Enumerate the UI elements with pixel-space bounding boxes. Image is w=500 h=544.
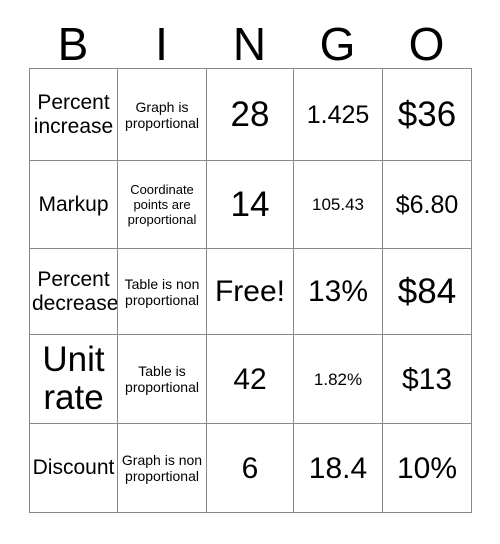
bingo-cell-i3[interactable]: Table is non proportional: [117, 248, 207, 335]
header-letter-i: I: [155, 18, 168, 70]
bingo-cell-b4[interactable]: Unit rate: [29, 334, 118, 424]
bingo-cell-o1[interactable]: $36: [382, 68, 472, 161]
header-letter-o: O: [408, 18, 445, 70]
header-letter-b: B: [57, 18, 89, 70]
bingo-cell-i2[interactable]: Coordinate points are proportional: [117, 160, 207, 249]
bingo-grid: Percent increase Graph is proportional 2…: [29, 68, 472, 513]
bingo-cell-g4[interactable]: 1.82%: [293, 334, 383, 424]
bingo-cell-g2[interactable]: 105.43: [293, 160, 383, 249]
header-letter-n: N: [232, 18, 267, 70]
bingo-cell-n4[interactable]: 42: [206, 334, 294, 424]
bingo-cell-g3[interactable]: 13%: [293, 248, 383, 335]
bingo-header: B I N G O: [29, 16, 471, 68]
bingo-cell-free-space[interactable]: Free!: [206, 248, 294, 335]
bingo-cell-g5[interactable]: 18.4: [293, 423, 383, 513]
bingo-row: Percent decrease Table is non proportion…: [29, 248, 472, 335]
bingo-cell-b2[interactable]: Markup: [29, 160, 118, 249]
bingo-cell-i5[interactable]: Graph is non proportional: [117, 423, 207, 513]
bingo-row: Discount Graph is non proportional 6 18.…: [29, 423, 472, 513]
bingo-cell-i1[interactable]: Graph is proportional: [117, 68, 207, 161]
bingo-cell-o4[interactable]: $13: [382, 334, 472, 424]
bingo-row: Percent increase Graph is proportional 2…: [29, 68, 472, 161]
bingo-cell-n1[interactable]: 28: [206, 68, 294, 161]
bingo-cell-g1[interactable]: 1.425: [293, 68, 383, 161]
bingo-row: Markup Coordinate points are proportiona…: [29, 160, 472, 249]
bingo-row: Unit rate Table is proportional 42 1.82%…: [29, 334, 472, 424]
bingo-card: B I N G O Percent increase Graph is prop…: [0, 0, 500, 544]
bingo-cell-o3[interactable]: $84: [382, 248, 472, 335]
bingo-cell-n5[interactable]: 6: [206, 423, 294, 513]
bingo-cell-b1[interactable]: Percent increase: [29, 68, 118, 161]
header-letter-g: G: [319, 18, 356, 70]
bingo-cell-o2[interactable]: $6.80: [382, 160, 472, 249]
bingo-cell-b5[interactable]: Discount: [29, 423, 118, 513]
bingo-cell-b3[interactable]: Percent decrease: [29, 248, 118, 335]
bingo-cell-n2[interactable]: 14: [206, 160, 294, 249]
bingo-cell-i4[interactable]: Table is proportional: [117, 334, 207, 424]
bingo-cell-o5[interactable]: 10%: [382, 423, 472, 513]
